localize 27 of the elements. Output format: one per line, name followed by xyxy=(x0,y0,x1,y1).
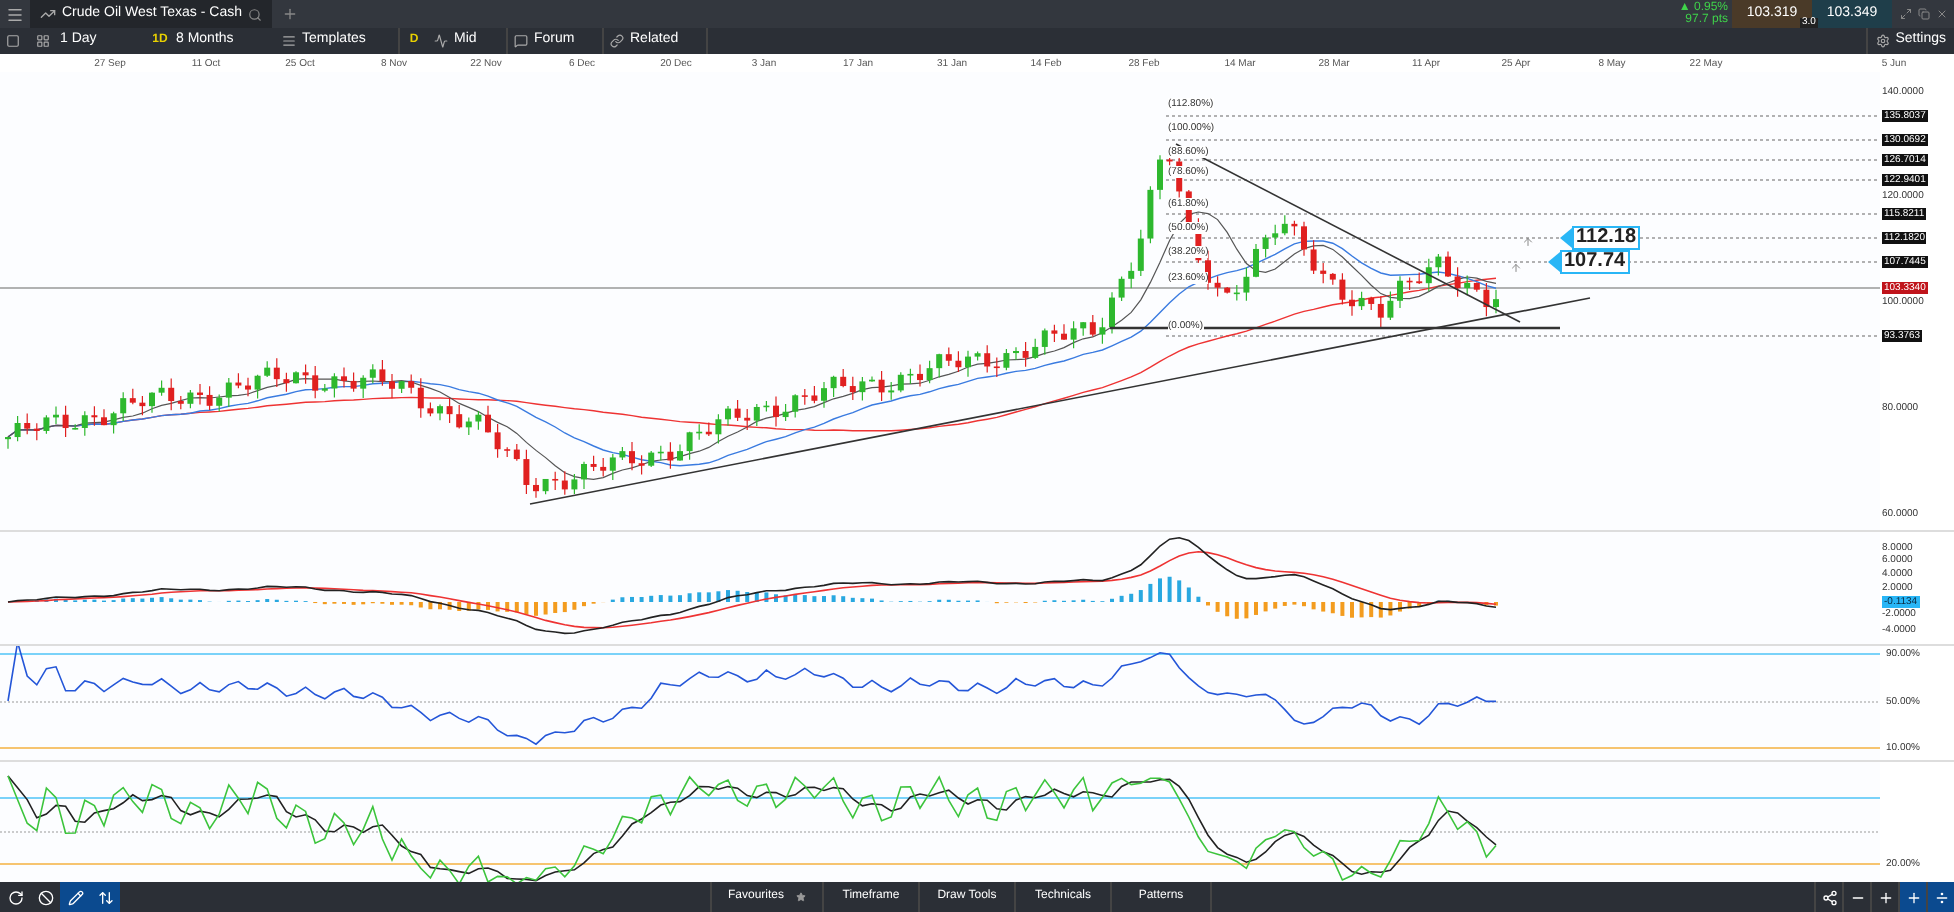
pencil-icon xyxy=(67,889,83,905)
search-icon[interactable] xyxy=(248,7,262,21)
block-icon xyxy=(37,889,53,905)
close-icon[interactable] xyxy=(1936,8,1948,20)
square-icon[interactable] xyxy=(6,34,20,48)
line-chart-icon xyxy=(40,6,56,22)
settings-icon xyxy=(1875,34,1890,48)
tool-button[interactable] xyxy=(90,882,120,912)
up-down-arrows-icon xyxy=(97,889,113,905)
refresh-icon xyxy=(7,889,23,905)
up-arrow-icon xyxy=(1522,236,1534,248)
layout-grid-icon[interactable] xyxy=(36,34,50,48)
price-callout: 112.18 xyxy=(1572,226,1641,250)
plus-icon xyxy=(1905,889,1921,905)
divide-icon xyxy=(1933,889,1949,905)
add-tab-icon[interactable] xyxy=(282,6,298,22)
tool-button[interactable] xyxy=(60,882,90,912)
zoom-tool-button[interactable] xyxy=(1814,882,1842,912)
menu-icon[interactable] xyxy=(6,5,24,23)
share-icon xyxy=(1821,889,1837,905)
up-arrow-icon xyxy=(1510,262,1522,274)
star-icon xyxy=(796,890,806,904)
price-callout: 107.74 xyxy=(1560,250,1630,274)
zoom-tool-button[interactable] xyxy=(1926,882,1954,912)
zoom-tool-button[interactable] xyxy=(1898,882,1926,912)
plus-icon xyxy=(1877,889,1893,905)
restore-icon[interactable] xyxy=(1918,8,1930,20)
